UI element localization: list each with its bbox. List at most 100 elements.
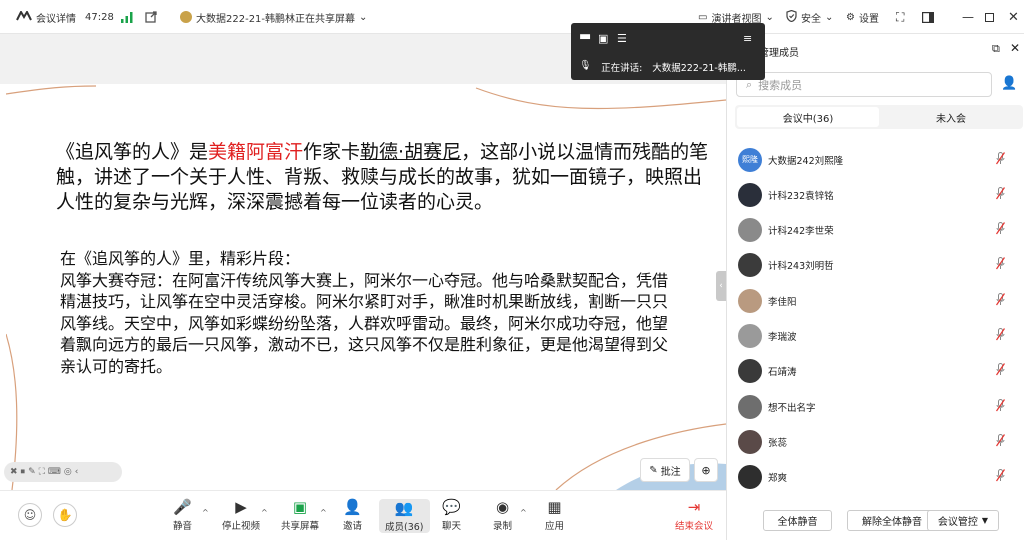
muted-microphone-icon[interactable] (995, 433, 1006, 450)
chevron-down-icon: ⌄ (359, 11, 368, 23)
muted-microphone-icon[interactable] (995, 363, 1006, 379)
annotate-button[interactable]: ✎ 批注 (640, 458, 690, 482)
exit-icon: ⇥ (687, 498, 701, 516)
chevron-up-icon[interactable]: ^ (261, 508, 268, 517)
minimize-icon[interactable]: ▬ (579, 29, 591, 44)
muted-microphone-icon[interactable] (995, 222, 1006, 238)
member-row[interactable]: 想不出名字 (727, 389, 1024, 424)
chevron-up-icon[interactable]: ^ (320, 508, 327, 517)
member-row[interactable]: 熙隆 大数据242刘熙隆 (727, 142, 1024, 177)
record-icon: ◉ (495, 498, 510, 516)
chat-icon: 💬 (442, 498, 461, 516)
unmute-all-button[interactable]: 解除全体静音 (847, 510, 937, 531)
mute-all-button[interactable]: 全体静音 (763, 510, 832, 531)
stop-icon[interactable]: ⏹ (21, 467, 26, 477)
chevron-down-icon: ▼ (981, 516, 989, 525)
presenter-view-icon: ▭ (698, 11, 708, 23)
slide-intro-text: 《追风筝的人》是美籍阿富汗作家卡勒德·胡赛尼，这部小说以温情而残酷的笔触，讲述了… (56, 140, 716, 215)
close-icon[interactable]: ✕ (1010, 41, 1020, 55)
pen-icon[interactable]: ✎ (28, 467, 36, 477)
member-row[interactable]: 计科242李世荣 (727, 213, 1024, 248)
mute-label: 静音 (173, 521, 193, 532)
sidebar-toggle-icon[interactable] (922, 0, 934, 34)
stop-video-button[interactable]: ▶ 停止视频 (222, 498, 260, 532)
member-row[interactable]: 计科243刘明哲 (727, 248, 1024, 283)
meeting-duration: 47:28 (85, 11, 114, 23)
apps-button[interactable]: ▦ 应用 (545, 498, 564, 532)
member-name: 计科232袁锌铭 (768, 190, 834, 202)
invite-button[interactable]: 👤 邀请 (343, 498, 362, 532)
avatar (738, 288, 762, 313)
chat-label: 聊天 (442, 521, 462, 532)
settings-label: 设置 (858, 13, 879, 25)
collapse-left-icon[interactable]: ‹ (75, 467, 79, 477)
menu-icon[interactable]: ≡ (743, 32, 752, 45)
avatar: 熙隆 (738, 147, 762, 172)
close-circle-icon[interactable]: ✖ (10, 467, 18, 477)
mute-button[interactable]: 🎤 静音 (173, 498, 192, 532)
muted-microphone-icon[interactable] (995, 398, 1006, 415)
emoji-icon[interactable]: ☺ (18, 503, 42, 527)
avatar (738, 218, 762, 243)
member-row[interactable]: 郑爽 (727, 460, 1024, 495)
meeting-details-button[interactable]: 会议详情 (16, 0, 76, 34)
panel-collapse-handle[interactable]: ‹ (716, 271, 726, 301)
member-panel: 管理成员 ⧉ ✕ ⌕ 搜索成员 👤 会议中(36) 未入会 熙隆 大数据242刘熙… (726, 34, 1024, 540)
member-row[interactable]: 石靖涛 (727, 354, 1024, 389)
chevron-up-icon[interactable]: ^ (202, 508, 209, 517)
record-button[interactable]: ◉ 录制 (493, 498, 512, 532)
member-row[interactable]: 李瑞波 (727, 319, 1024, 354)
zoom-in-icon[interactable]: ⊕ (694, 458, 718, 482)
chat-button[interactable]: 💬 聊天 (442, 498, 461, 532)
floating-control-panel: ▬ ▣ ☰ ≡ 🎙 正在讲话: 大数据222-21-韩鹏... (571, 23, 765, 80)
settings-button[interactable]: ⚙ 设置 (846, 0, 879, 34)
list-icon[interactable]: ☰ (617, 32, 627, 45)
meeting-details-label: 会议详情 (36, 13, 76, 25)
tab-in-meeting[interactable]: 会议中(36) (737, 107, 879, 127)
member-tabs: 会议中(36) 未入会 (735, 105, 1023, 129)
maximize-icon[interactable] (985, 0, 994, 34)
end-meeting-label: 结束会议 (675, 521, 714, 532)
close-icon[interactable]: ✕ (1008, 0, 1019, 34)
security-label: 安全 (801, 13, 821, 25)
end-meeting-button[interactable]: ⇥ 结束会议 (675, 498, 713, 532)
meeting-control-button[interactable]: 会议管控 ▼ (927, 510, 999, 531)
members-button[interactable]: 👥 成员(36) (379, 499, 430, 533)
security-button[interactable]: 安全 ⌄ (786, 0, 833, 34)
chevron-down-icon: ⌄ (825, 11, 834, 23)
member-search-input[interactable]: ⌕ 搜索成员 (736, 72, 992, 97)
share-screen-button[interactable]: ▣ 共享屏幕 (281, 498, 319, 532)
member-row[interactable]: 张蕊 (727, 424, 1024, 459)
muted-microphone-icon[interactable] (995, 257, 1006, 273)
speaking-indicator: 🎙 正在讲话: 大数据222-21-韩鹏... (579, 60, 746, 74)
excerpt-body: 风筝大赛夺冠：在阿富汗传统风筝大赛上，阿米尔一心夺冠。他与哈桑默契配合，凭借精湛… (60, 270, 669, 376)
member-name: 计科243刘明哲 (768, 261, 834, 273)
muted-microphone-icon[interactable] (995, 292, 1006, 309)
add-member-icon[interactable]: 👤 (1001, 76, 1017, 91)
shared-slide: 《追风筝的人》是美籍阿富汗作家卡勒德·胡赛尼，这部小说以温情而残酷的笔触，讲述了… (6, 84, 726, 490)
intro-text-3: 作家卡 (303, 141, 361, 163)
slide-excerpt: 在《追风筝的人》里，精彩片段： 风筝大赛夺冠：在阿富汗传统风筝大赛上，阿米尔一心… (60, 248, 680, 377)
muted-microphone-icon[interactable] (995, 328, 1006, 344)
tab-not-joined[interactable]: 未入会 (881, 107, 1021, 127)
member-row[interactable]: 李佳阳 (727, 283, 1024, 318)
muted-microphone-icon[interactable] (995, 186, 1006, 203)
sharing-status[interactable]: 大数据222-21-韩鹏林正在共享屏幕 ⌄ (180, 0, 367, 34)
screenshot-icon[interactable]: ⛶ (39, 467, 45, 477)
popout-icon[interactable]: ⧉ (992, 42, 1000, 56)
member-row[interactable]: 计科232袁锌铭 (727, 177, 1024, 212)
chevron-up-icon[interactable]: ^ (520, 508, 527, 517)
popout-icon[interactable] (145, 0, 157, 34)
apps-label: 应用 (545, 521, 565, 532)
keyboard-icon[interactable]: ⌨ (48, 467, 61, 477)
fullscreen-icon[interactable]: ⛶ (896, 0, 904, 34)
raise-hand-icon[interactable]: ✋ (53, 503, 77, 527)
window-icon[interactable]: ▣ (598, 32, 608, 45)
muted-microphone-icon[interactable] (995, 469, 1006, 485)
minimize-icon[interactable]: — (962, 0, 974, 34)
muted-microphone-icon[interactable] (995, 151, 1006, 168)
member-name: 李瑞波 (768, 332, 797, 343)
annotation-toolbar: ✖ ⏹ ✎ ⛶ ⌨ ◎ ‹ (4, 462, 122, 482)
annotate-label: 批注 (660, 466, 681, 478)
globe-icon[interactable]: ◎ (64, 467, 72, 477)
